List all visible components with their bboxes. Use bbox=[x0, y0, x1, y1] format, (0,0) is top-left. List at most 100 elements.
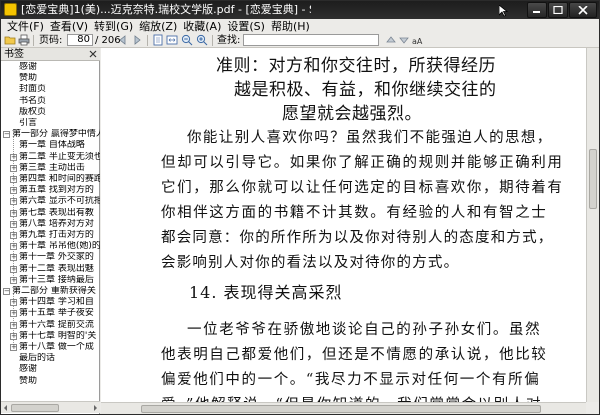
document-page[interactable]: 准则：对方和你交往时，所获得经历 越是积极、有益，和你继续交往的 愿望就会越强烈… bbox=[101, 48, 586, 402]
find-next-icon[interactable] bbox=[398, 34, 410, 46]
match-case-icon[interactable]: aA bbox=[411, 34, 423, 46]
body-line: 偏爱他们中的一个。“我尽力不显示对任何一个有所偏 bbox=[161, 372, 541, 388]
expand-toggle-icon[interactable]: + bbox=[10, 276, 17, 284]
expand-toggle-icon[interactable]: − bbox=[3, 288, 10, 295]
bookmarks-tree: 感谢 赞助 封面页 书名页 版权页 引言 − 第一部分 赢得梦中情人 第一章 自体战略 + 第二章 … bbox=[1, 61, 100, 401]
expand-toggle-icon[interactable]: + bbox=[10, 153, 17, 161]
bookmark-item[interactable]: 第二部分 重新获得关 bbox=[12, 286, 100, 297]
menu-zoom[interactable]: 缩放(Z) bbox=[136, 19, 180, 34]
expand-toggle-icon[interactable]: − bbox=[3, 131, 10, 139]
bookmark-item[interactable]: 第十六章 提前交流 bbox=[19, 320, 100, 331]
body-line: 它们，那么你就可以让任何选定的目标喜欢你，期待着有 bbox=[161, 180, 564, 196]
expand-toggle-icon[interactable]: + bbox=[10, 299, 17, 307]
sidebar-horizontal-scrollbar[interactable] bbox=[1, 401, 100, 413]
open-folder-icon[interactable] bbox=[4, 34, 16, 46]
search-label: 查找: bbox=[217, 35, 241, 46]
bookmark-item[interactable]: 最后的话 bbox=[19, 353, 100, 364]
bookmark-item[interactable]: 封面页 bbox=[19, 84, 100, 95]
bookmark-item[interactable]: 第五章 找到对方的 bbox=[19, 185, 100, 196]
bookmark-item[interactable]: 感谢 bbox=[19, 62, 100, 73]
menu-file[interactable]: 文件(F) bbox=[4, 19, 47, 34]
bookmark-item[interactable]: 第一部分 赢得梦中情人 bbox=[12, 129, 100, 140]
bookmark-item[interactable]: 第十七章 明智的'关 bbox=[19, 331, 100, 342]
scroll-thumb[interactable] bbox=[141, 405, 541, 413]
body-line: 会影响别人对你的看法以及对待你的方式。 bbox=[161, 255, 460, 271]
expand-toggle-icon[interactable]: + bbox=[10, 265, 17, 273]
fit-width-icon[interactable] bbox=[166, 34, 178, 46]
bookmark-item[interactable]: 第八章 培养对方对 bbox=[19, 219, 100, 230]
expand-toggle-icon[interactable]: + bbox=[10, 243, 17, 251]
previous-page-icon[interactable] bbox=[117, 34, 129, 46]
print-icon[interactable] bbox=[18, 34, 30, 46]
toolbar-separator bbox=[147, 35, 148, 46]
bookmark-item[interactable]: 第十一章 外交家的 bbox=[19, 252, 100, 263]
bookmark-item[interactable]: 感谢 bbox=[19, 364, 100, 375]
expand-toggle-icon[interactable]: + bbox=[10, 164, 17, 172]
document-vertical-scrollbar[interactable] bbox=[586, 48, 599, 402]
menu-settings[interactable]: 设置(S) bbox=[224, 19, 268, 34]
expand-toggle-icon[interactable]: + bbox=[10, 209, 17, 217]
body-line: 一位老爷爷在骄傲地谈论自己的孙子孙女们。虽然 bbox=[187, 322, 542, 338]
title-bar[interactable]: [恋爱宝典]1(美)...迈克奈特.瑞校文学版.pdf - [恋爱宝典] - S… bbox=[1, 1, 599, 19]
menu-view[interactable]: 查看(V) bbox=[47, 19, 91, 34]
bookmark-item[interactable]: 第一章 自体战略 bbox=[19, 140, 100, 151]
body-line: 但却可以引导它。如果你了解正确的规则并能够正确利用 bbox=[161, 155, 564, 171]
document-horizontal-scrollbar[interactable] bbox=[101, 402, 586, 414]
body-line: 你相伴这方面的书籍不计其数。有经验的人和有智之士 bbox=[161, 205, 548, 221]
principle-line: 准则：对方和你交往时，所获得经历 bbox=[216, 56, 496, 76]
bookmark-item[interactable]: 第七章 表现出有教 bbox=[19, 208, 100, 219]
principle-line: 愿望就会越强烈。 bbox=[282, 104, 422, 124]
section-heading: 14. 表现得关高采烈 bbox=[189, 283, 343, 302]
expand-toggle-icon[interactable]: + bbox=[10, 332, 17, 340]
zoom-out-icon[interactable] bbox=[181, 34, 193, 46]
bookmark-item[interactable]: 第十八章 做一个成 bbox=[19, 342, 100, 353]
fit-page-icon[interactable] bbox=[152, 34, 164, 46]
bookmark-item[interactable]: 引言 bbox=[19, 118, 100, 129]
bookmarks-sidebar: 书签 感谢 赞助 封面页 书名页 版权页 引言 − 第一部分 赢得梦中情人 第一章 自体战略 + 第… bbox=[1, 48, 100, 414]
menu-goto[interactable]: 转到(G) bbox=[91, 19, 136, 34]
toolbar-separator bbox=[33, 35, 34, 46]
expand-toggle-icon[interactable]: + bbox=[10, 232, 17, 239]
expand-toggle-icon[interactable]: + bbox=[10, 321, 17, 329]
scroll-thumb[interactable] bbox=[11, 404, 59, 412]
expand-toggle-icon[interactable]: + bbox=[10, 344, 17, 351]
maximize-button[interactable] bbox=[548, 2, 568, 18]
zoom-in-icon[interactable] bbox=[196, 34, 208, 46]
search-input[interactable] bbox=[243, 34, 379, 46]
find-previous-icon[interactable] bbox=[385, 34, 397, 46]
bookmark-item[interactable]: 第十章 吊吊他(她)的 bbox=[19, 241, 100, 252]
expand-toggle-icon[interactable]: + bbox=[10, 220, 17, 228]
menu-help[interactable]: 帮助(H) bbox=[268, 19, 313, 34]
bookmarks-title: 书签 bbox=[4, 49, 24, 60]
close-sidebar-icon[interactable] bbox=[89, 50, 97, 58]
bookmark-item[interactable]: 第三章 主动出击 bbox=[19, 163, 100, 174]
bookmark-item[interactable]: 版权页 bbox=[19, 107, 100, 118]
next-page-icon[interactable] bbox=[131, 34, 143, 46]
bookmark-item[interactable]: 书名页 bbox=[19, 96, 100, 107]
bookmark-item[interactable]: 第二章 半止变无须也 bbox=[19, 152, 100, 163]
scroll-right-icon[interactable] bbox=[91, 404, 99, 412]
sumatra-app-icon bbox=[4, 3, 17, 16]
menu-favorites[interactable]: 收藏(A) bbox=[180, 19, 224, 34]
svg-text:aA: aA bbox=[412, 37, 423, 46]
bookmark-item[interactable]: 第十四章 学习和自 bbox=[19, 297, 100, 308]
bookmark-item[interactable]: 赞助 bbox=[19, 376, 100, 387]
bookmark-item[interactable]: 第六章 显示不可抗拒 bbox=[19, 196, 100, 207]
scroll-left-icon[interactable] bbox=[2, 404, 10, 412]
body-line: 爱，”他解释说，“但是你知道的，我们常常会以别人对 bbox=[161, 393, 542, 402]
bookmark-item[interactable]: 赞助 bbox=[19, 73, 100, 84]
expand-toggle-icon[interactable]: + bbox=[10, 187, 17, 195]
bookmark-item[interactable]: 第十五章 举子夜安 bbox=[19, 308, 100, 319]
minimize-button[interactable] bbox=[527, 2, 547, 18]
bookmark-item[interactable]: 第十三章 接纳最后 bbox=[19, 275, 100, 286]
expand-toggle-icon[interactable]: + bbox=[10, 198, 17, 206]
expand-toggle-icon[interactable]: + bbox=[10, 254, 17, 262]
close-button[interactable] bbox=[569, 2, 597, 18]
bookmark-item[interactable]: 第十二章 表现出魅 bbox=[19, 264, 100, 275]
page-number-input[interactable]: 80 bbox=[67, 34, 93, 46]
scroll-thumb[interactable] bbox=[589, 149, 597, 209]
bookmark-item[interactable]: 第九章 打击对方的 bbox=[19, 230, 100, 241]
expand-toggle-icon[interactable]: + bbox=[10, 176, 17, 183]
expand-toggle-icon[interactable]: + bbox=[10, 310, 17, 318]
bookmark-item[interactable]: 第四章 和时间的赛跑 bbox=[19, 174, 100, 185]
